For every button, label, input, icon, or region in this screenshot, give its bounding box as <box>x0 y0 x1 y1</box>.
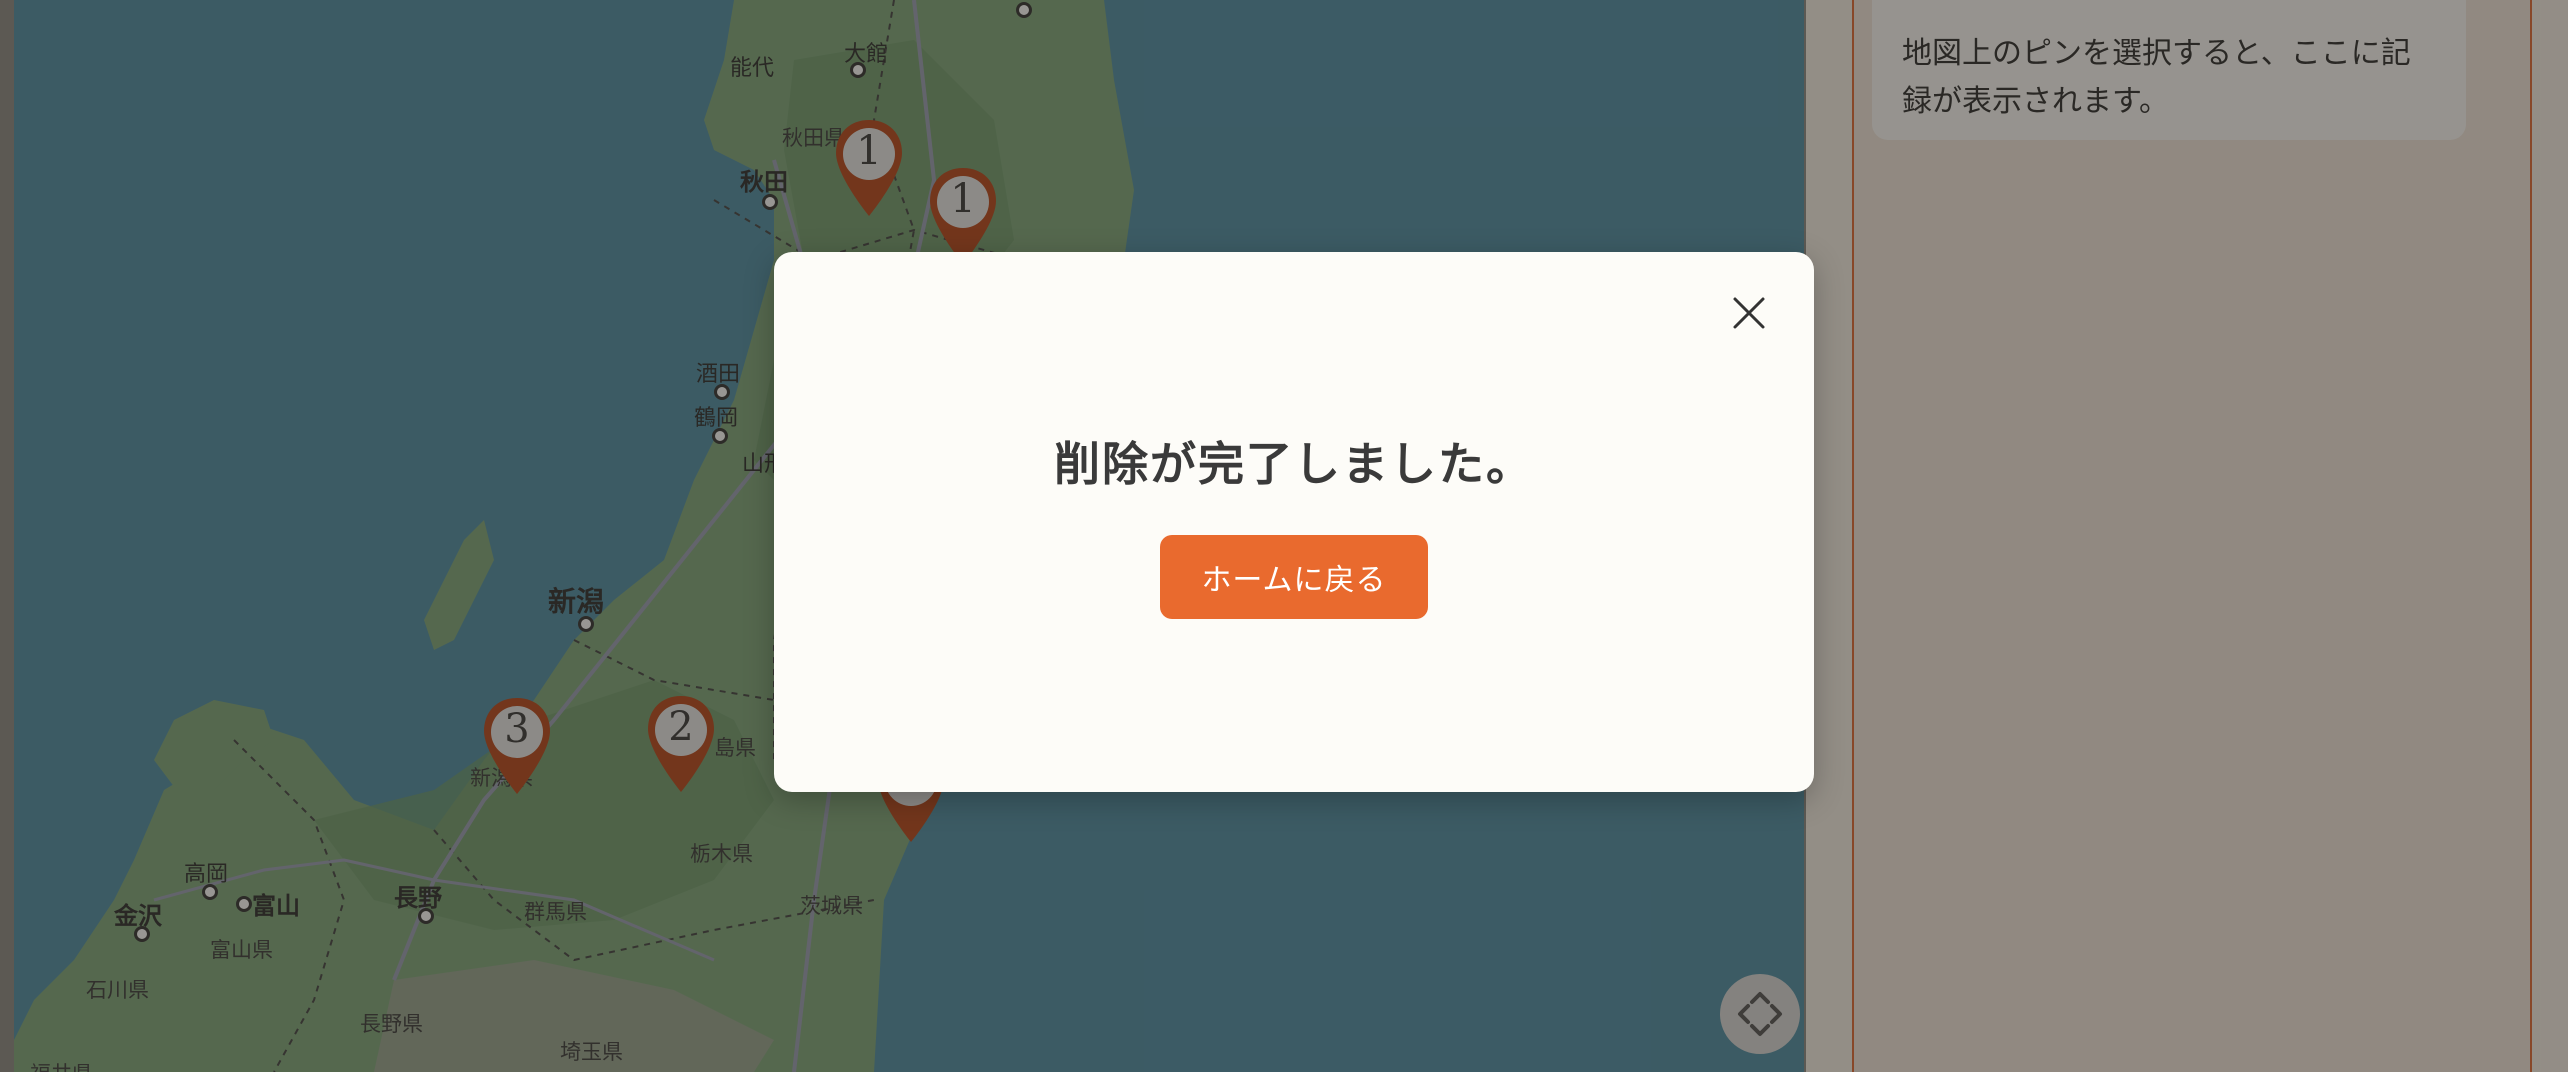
close-icon <box>1733 297 1765 329</box>
close-button[interactable] <box>1724 288 1774 338</box>
home-button[interactable]: ホームに戻る <box>1160 535 1428 619</box>
app-page: 能代 大館 秋田県 秋田 酒田 鶴岡 山形 新潟 新潟県 島県 栃木県 茨城県 … <box>0 0 2568 1072</box>
completion-dialog: 削除が完了しました。 ホームに戻る <box>774 252 1814 792</box>
dialog-title: 削除が完了しました。 <box>1054 437 1534 491</box>
